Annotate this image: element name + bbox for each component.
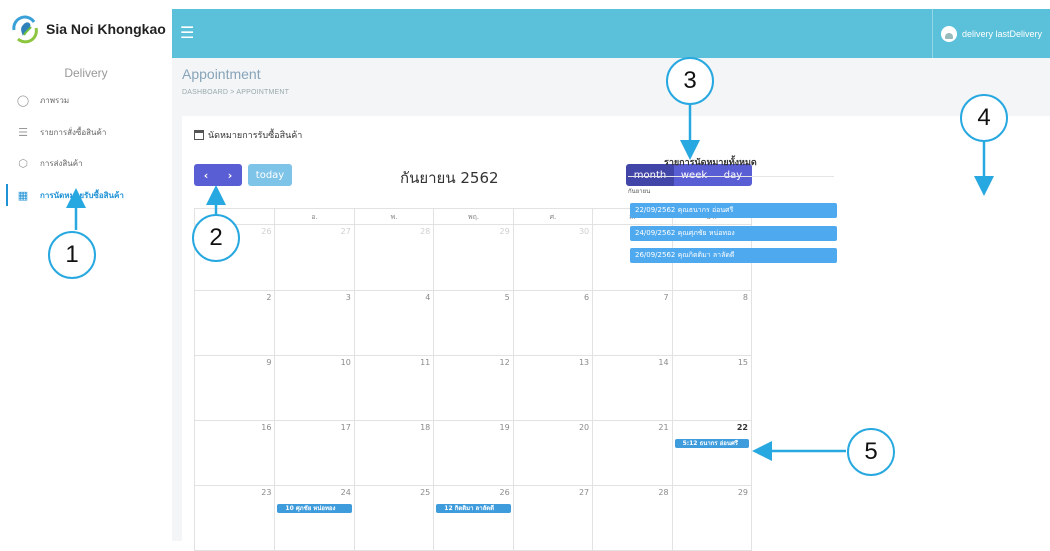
callout-3: 3 <box>666 57 714 105</box>
callout-2: 2 <box>192 214 240 262</box>
callout-4: 4 <box>960 94 1008 142</box>
callout-5: 5 <box>847 428 895 476</box>
callout-1: 1 <box>48 231 96 279</box>
